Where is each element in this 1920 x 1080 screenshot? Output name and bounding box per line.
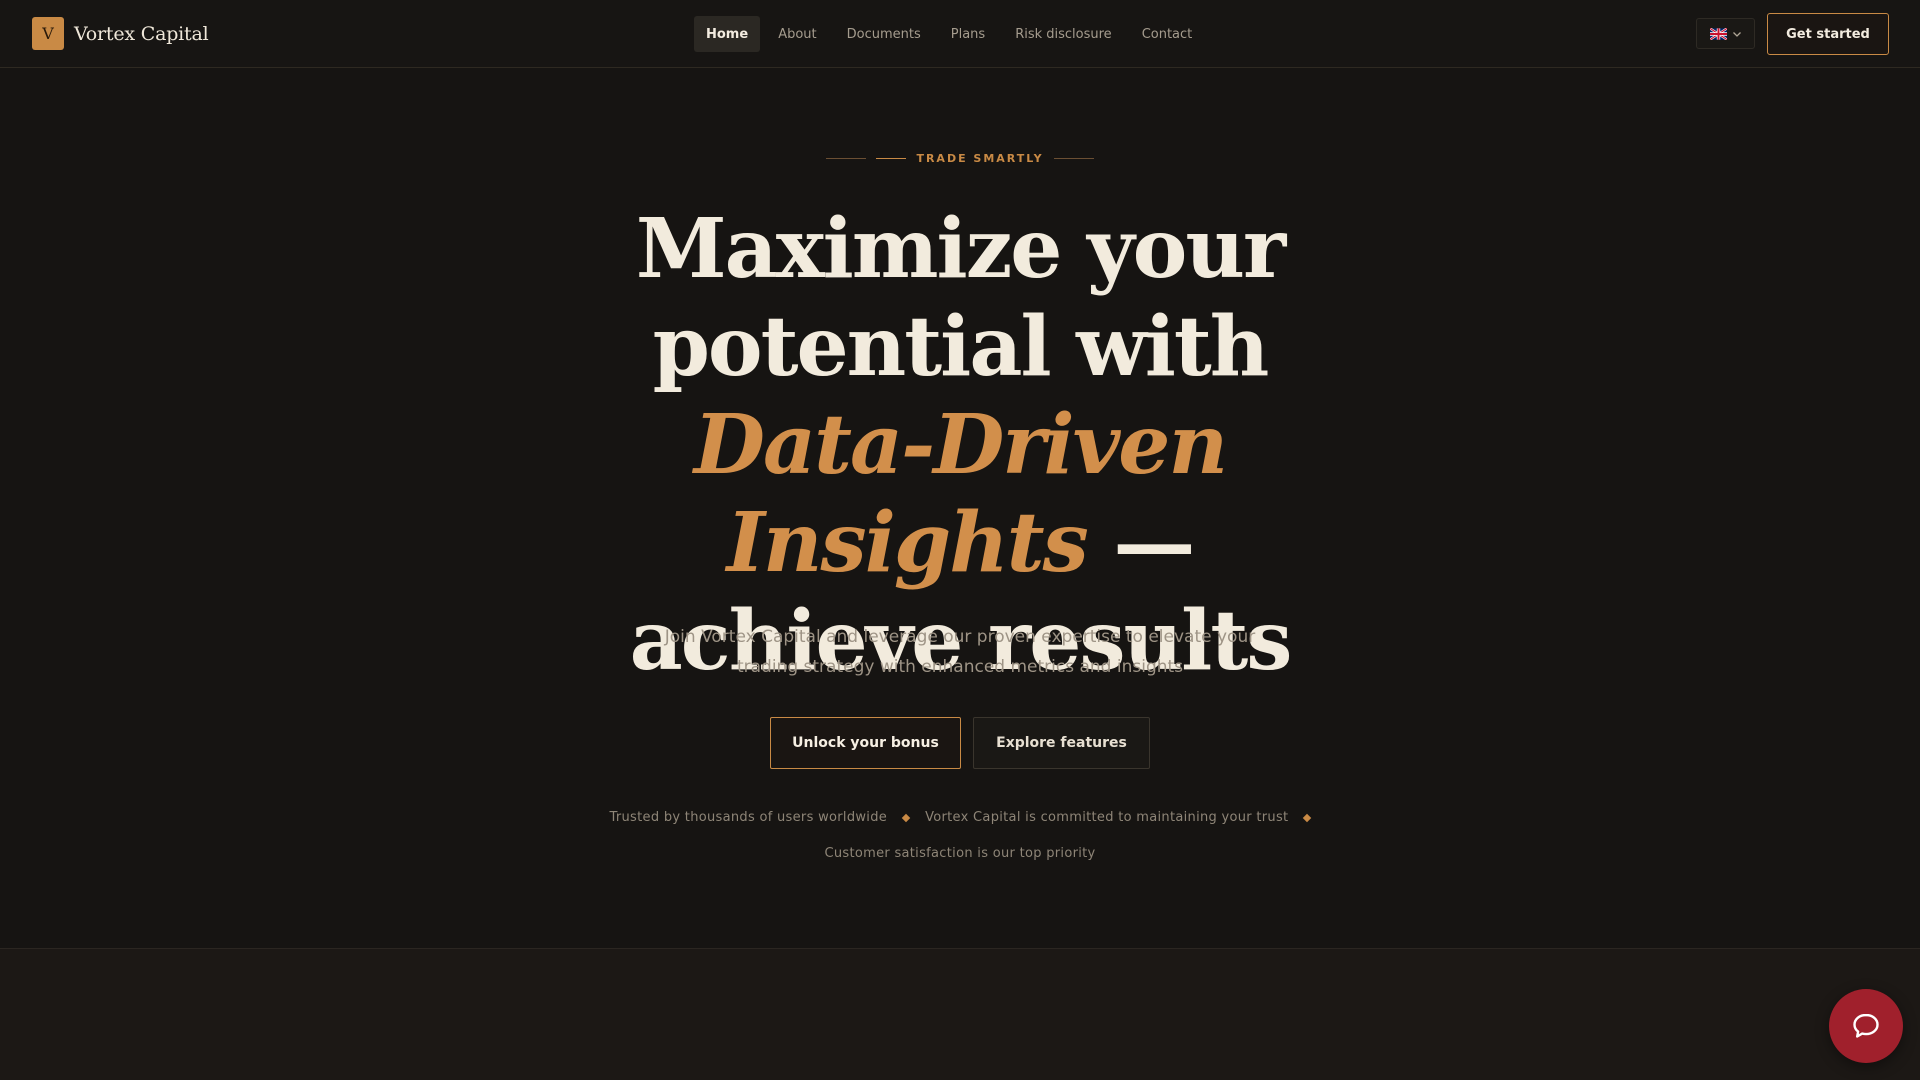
site-header: V Vortex Capital Home About Documents Pl… bbox=[0, 0, 1920, 68]
eyebrow-line-accent bbox=[876, 158, 907, 159]
chat-button[interactable] bbox=[1829, 989, 1903, 1063]
eyebrow: TRADE SMARTLY bbox=[0, 152, 1920, 165]
trust-item: Vortex Capital is committed to maintaini… bbox=[925, 810, 1289, 825]
lower-section bbox=[0, 948, 1920, 1080]
nav-item-plans[interactable]: Plans bbox=[939, 16, 997, 52]
nav-item-risk-disclosure[interactable]: Risk disclosure bbox=[1003, 16, 1124, 52]
diamond-separator-icon bbox=[901, 813, 911, 822]
trust-item: Trusted by thousands of users worldwide bbox=[609, 810, 888, 825]
hero-headline: Maximize your potential with Data-Driven… bbox=[560, 200, 1360, 690]
eyebrow-text: TRADE SMARTLY bbox=[916, 152, 1044, 165]
nav-item-documents[interactable]: Documents bbox=[835, 16, 933, 52]
uk-flag-icon bbox=[1709, 27, 1727, 40]
diamond-separator-icon bbox=[1303, 813, 1312, 822]
explore-features-button[interactable]: Explore features bbox=[973, 717, 1150, 769]
eyebrow-line-left bbox=[826, 158, 867, 159]
nav-item-contact[interactable]: Contact bbox=[1130, 16, 1205, 52]
trust-row: Trusted by thousands of users worldwide … bbox=[0, 810, 1920, 825]
unlock-bonus-button[interactable]: Unlock your bonus bbox=[770, 717, 961, 769]
headline-part1: Maximize your potential with bbox=[635, 201, 1286, 395]
trust-item: Customer satisfaction is our top priorit… bbox=[824, 846, 1096, 861]
chat-bubble-icon bbox=[1853, 1013, 1879, 1038]
nav-item-about[interactable]: About bbox=[766, 16, 828, 52]
nav-item-home[interactable]: Home bbox=[694, 16, 761, 52]
brand-name: Vortex Capital bbox=[74, 22, 209, 45]
language-selector[interactable] bbox=[1696, 18, 1755, 49]
chevron-down-icon bbox=[1732, 31, 1741, 37]
brand-logo[interactable]: V Vortex Capital bbox=[32, 17, 209, 50]
hero-subtitle: Join Vortex Capital and leverage our pro… bbox=[664, 627, 1256, 677]
brand-mark-icon: V bbox=[32, 17, 64, 50]
eyebrow-line-right bbox=[1053, 158, 1094, 159]
main-nav: Home About Documents Plans Risk disclosu… bbox=[694, 16, 1204, 52]
get-started-button[interactable]: Get started bbox=[1767, 13, 1889, 55]
